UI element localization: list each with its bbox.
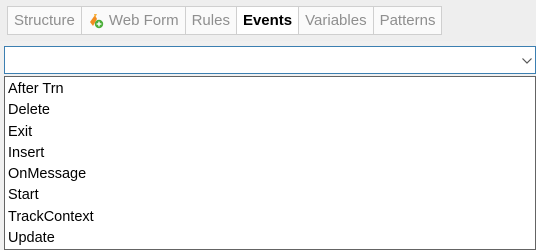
tab-events[interactable]: Events (236, 7, 300, 34)
editor-window: Structure Web Form Rules Events Variable… (0, 0, 536, 250)
event-selector-combo[interactable] (4, 46, 536, 74)
tab-patterns[interactable]: Patterns (373, 7, 442, 34)
event-option-trackcontext[interactable]: TrackContext (5, 207, 535, 228)
chevron-down-icon (522, 51, 532, 69)
tab-label: Structure (14, 12, 75, 29)
tab-variables[interactable]: Variables (299, 7, 374, 34)
dropdown-toggle-button[interactable] (519, 47, 535, 73)
event-option-update[interactable]: Update (5, 228, 535, 249)
event-option-insert[interactable]: Insert (5, 143, 535, 164)
event-option-delete[interactable]: Delete (5, 100, 535, 121)
web-form-icon (88, 13, 104, 29)
tab-label: Patterns (379, 12, 436, 29)
tab-label: Web Form (108, 12, 179, 29)
tab-label: Variables (305, 12, 367, 29)
tab-label: Events (242, 12, 293, 29)
tab-rules[interactable]: Rules (185, 7, 237, 34)
tab-web-form[interactable]: Web Form (81, 7, 186, 34)
event-option-onmessage[interactable]: OnMessage (5, 164, 535, 185)
tab-strip: Structure Web Form Rules Events Variable… (7, 6, 443, 35)
event-option-after-trn[interactable]: After Trn (5, 79, 535, 100)
event-option-start[interactable]: Start (5, 185, 535, 206)
event-option-exit[interactable]: Exit (5, 122, 535, 143)
event-selector-input[interactable] (5, 47, 517, 73)
tab-structure[interactable]: Structure (8, 7, 82, 34)
event-dropdown-list: After Trn Delete Exit Insert OnMessage S… (4, 76, 536, 250)
object-tab-bar: Structure Web Form Rules Events Variable… (0, 0, 536, 41)
tab-label: Rules (191, 12, 230, 29)
